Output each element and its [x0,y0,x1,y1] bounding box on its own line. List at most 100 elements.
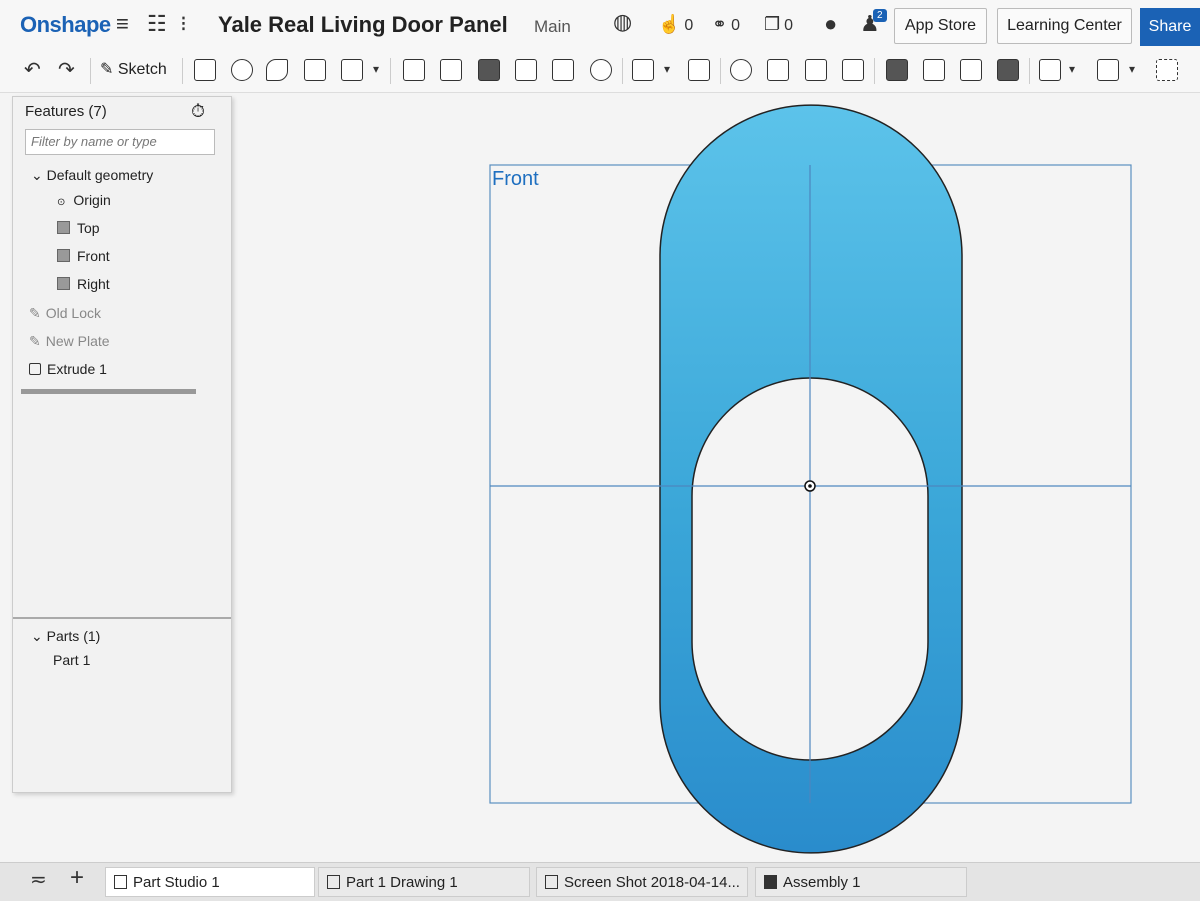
sketch-button[interactable]: ✎ Sketch [100,59,167,79]
rollback-bar[interactable] [21,389,196,394]
default-geometry-label: Default geometry [46,167,154,183]
extrude-icon[interactable] [194,59,216,81]
sweep-icon[interactable] [266,59,288,81]
add-custom-feature-icon[interactable] [1156,59,1178,81]
tab-list-icon[interactable]: ≂ [30,868,47,892]
plane-icon [57,221,70,234]
tree-item-top[interactable]: Top [57,220,100,236]
modify-fillet-icon[interactable] [886,59,908,81]
toolbar-divider [1029,58,1030,84]
tab-label: Screen Shot 2018-04-14... [564,873,740,891]
tab-assembly-1[interactable]: Assembly 1 [755,867,967,897]
chevron-down-icon[interactable]: ▾ [373,62,379,76]
links-counter[interactable]: ⚭ 0 [712,14,740,35]
delete-part-icon[interactable] [842,59,864,81]
replace-face-icon[interactable] [997,59,1019,81]
chevron-down-icon[interactable]: ▾ [1069,62,1075,76]
toolbar-divider [720,58,721,84]
learning-center-button[interactable]: Learning Center [997,8,1132,44]
part-label: Part 1 [53,652,91,668]
loft-icon[interactable] [304,59,326,81]
feature-list-icon[interactable]: ☷ [147,12,167,36]
origin-icon: ⊙ [57,197,66,208]
tab-label: Part 1 Drawing 1 [346,873,458,891]
mirror-icon[interactable] [688,59,710,81]
move-face-icon[interactable] [960,59,982,81]
chevron-down-icon[interactable]: ▾ [664,62,670,76]
likes-counter[interactable]: ☝ 0 [658,14,693,35]
plane-label: Front [77,248,110,264]
plane-icon [57,249,70,262]
copy-icon: ❐ [764,14,781,34]
link-icon: ⚭ [712,14,728,34]
likes-count: 0 [684,17,694,34]
tree-item-new-plate[interactable]: ✎ New Plate [29,333,110,350]
tab-label: Assembly 1 [783,873,861,891]
feature-filter-input[interactable]: Filter by name or type [25,129,215,155]
transform-icon[interactable] [805,59,827,81]
fillet-icon[interactable] [403,59,425,81]
undo-icon[interactable]: ↶ [24,58,41,82]
part-1-body[interactable] [659,104,963,854]
plane-icon [57,277,70,290]
sketch-label: Sketch [117,61,167,78]
assembly-icon [764,875,777,889]
plane-label: Top [77,220,100,236]
tab-label: Part Studio 1 [133,873,220,891]
chevron-down-icon[interactable]: ▾ [1129,62,1135,76]
tab-part-studio-1[interactable]: Part Studio 1 [105,867,315,897]
notification-badge: 2 [873,9,887,22]
tree-item-old-lock[interactable]: ✎ Old Lock [29,305,101,322]
mate-connector-icon[interactable] [1097,59,1119,81]
comments-icon[interactable]: ● [824,12,837,36]
tree-item-extrude-1[interactable]: Extrude 1 [29,361,107,377]
app-store-button[interactable]: App Store [894,8,987,44]
thicken-icon[interactable] [341,59,363,81]
parts-divider[interactable] [13,617,231,619]
links-count: 0 [731,17,740,34]
drawing-icon [327,875,340,889]
top-bar: Onshape ≡ ☷ ⁝ Yale Real Living Door Pane… [0,0,1200,51]
menu-icon[interactable]: ≡ [116,12,129,36]
chevron-down-icon: ⌄ [31,167,43,183]
stopwatch-icon[interactable]: ⏱ [191,101,205,122]
shell-icon[interactable] [552,59,574,81]
share-button[interactable]: Share [1140,8,1200,46]
default-geometry-node[interactable]: ⌄ Default geometry [31,167,153,184]
tree-item-front[interactable]: Front [57,248,110,264]
redo-icon[interactable]: ↷ [58,58,75,82]
tree-item-origin[interactable]: ⊙ Origin [57,192,111,208]
chamfer-icon[interactable] [440,59,462,81]
hole-icon[interactable] [590,59,612,81]
copies-counter[interactable]: ❐ 0 [764,14,793,35]
split-icon[interactable] [767,59,789,81]
features-title: Features (7) [25,103,107,120]
add-tab-icon[interactable]: + [70,866,84,890]
toolbar-divider [390,58,391,84]
document-title[interactable]: Yale Real Living Door Panel [218,12,508,38]
parts-node[interactable]: ⌄ Parts (1) [31,628,100,645]
revolve-icon[interactable] [231,59,253,81]
tab-part-1-drawing-1[interactable]: Part 1 Drawing 1 [318,867,530,897]
globe-icon[interactable]: ◍ [613,10,632,34]
plane-label: Right [77,276,110,292]
workspace-label[interactable]: Main [534,17,571,37]
toolbar-divider [622,58,623,84]
graphics-viewport[interactable]: Front [232,92,1200,862]
configurations-icon[interactable]: ⁝ [180,12,187,36]
onshape-logo[interactable]: Onshape [20,12,111,38]
copies-count: 0 [784,17,794,34]
chevron-down-icon: ⌄ [31,628,43,644]
part-list-item[interactable]: Part 1 [53,652,90,668]
tab-screen-shot[interactable]: Screen Shot 2018-04-14... [536,867,748,897]
rib-icon[interactable] [515,59,537,81]
boolean-icon[interactable] [730,59,752,81]
draft-icon[interactable] [478,59,500,81]
viewport-svg[interactable]: Front [232,92,1200,862]
origin-dot [808,484,812,488]
feature-label: Old Lock [45,305,101,321]
plane-icon[interactable] [1039,59,1061,81]
delete-face-icon[interactable] [923,59,945,81]
pattern-icon[interactable] [632,59,654,81]
tree-item-right[interactable]: Right [57,276,110,292]
